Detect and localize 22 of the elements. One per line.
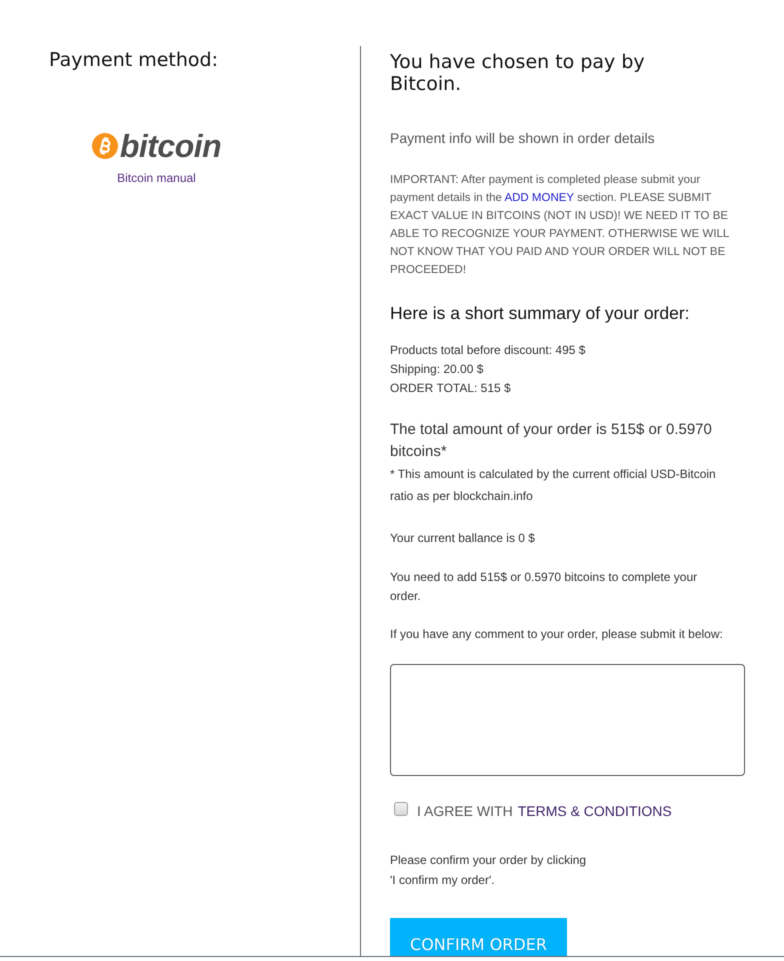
amount-needed-text: You need to add 515$ or 0.5970 bitcoins to complete your order. <box>390 569 698 605</box>
confirm-hint: Please confirm your order by clicking 'I confirm my order'. <box>390 852 588 889</box>
add-money-link[interactable]: ADD MONEY <box>504 192 574 204</box>
section-heading: Payment method: <box>49 49 219 71</box>
total-amount-text: The total amount of your order is 515$ or 0.5970 bitcoins* <box>390 420 713 462</box>
summary-heading: Here is a short summary of your order: <box>390 302 691 324</box>
coin-icon <box>92 133 118 159</box>
summary-line: Products total before discount: 495 $ <box>390 342 586 359</box>
terms-link[interactable]: TERMS & CONDITIONS <box>518 801 672 821</box>
footnote-text: * This amount is calculated by the current official USD-Bitcoin ratio as per blockchain.info <box>390 466 717 505</box>
comment-prompt: If you have any comment to your order, please submit it below: <box>390 626 724 643</box>
agree-checkbox[interactable] <box>394 802 408 816</box>
balance-text: Your current ballance is 0 $ <box>390 530 536 547</box>
summary-line: ORDER TOTAL: 515 $ <box>390 380 512 397</box>
payment-info-text: Payment info will be shown in order details <box>390 129 656 148</box>
important-notice: IMPORTANT: After payment is completed please submit your payment details in the ADD MONEY section. PLEASE SUBMIT EXACT VALUE IN BITCOINS (NOT IN USD)! WE NEED IT TO BE ABLE TO RECOGNIZE YOUR PAYMENT. OTHERWISE WE WILL NOT KNOW THAT YOU PAID AND YOUR ORDER WILL NOT BE PROCEEDED! <box>390 173 730 278</box>
page-title: You have chosen to pay by Bitcoin. <box>390 51 646 95</box>
summary-line: Shipping: 20.00 $ <box>390 361 484 378</box>
manual-link[interactable]: Bitcoin manual <box>117 171 196 185</box>
agree-label: I AGREE WITH <box>417 802 513 821</box>
comment-field[interactable] <box>390 664 745 776</box>
logo-wordmark: bitcoin <box>120 131 222 161</box>
